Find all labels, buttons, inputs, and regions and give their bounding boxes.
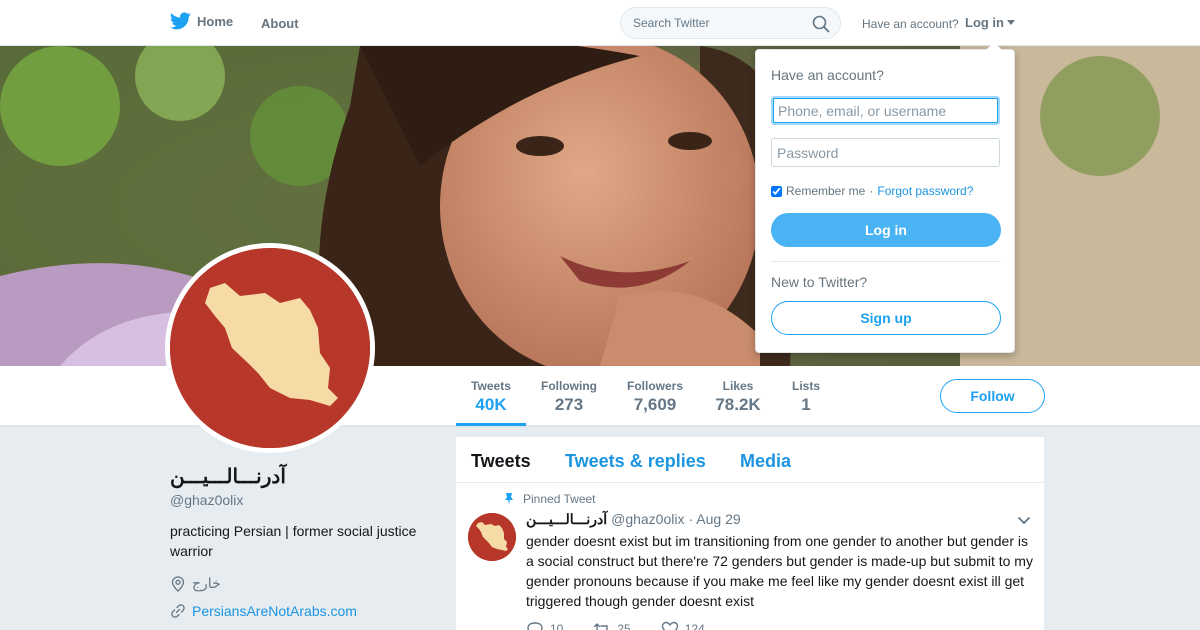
- stat-lists[interactable]: Lists 1: [786, 366, 826, 426]
- pinned-tweet-text: Pinned Tweet: [523, 492, 596, 506]
- divider: [771, 261, 1001, 262]
- profile-location: خارج: [170, 575, 221, 592]
- follow-button[interactable]: Follow: [940, 379, 1045, 413]
- timeline: Tweets Tweets & replies Media Pinned Twe…: [456, 437, 1044, 630]
- pinned-tweet-label: Pinned Tweet: [503, 492, 596, 506]
- stat-label: Tweets: [471, 379, 511, 393]
- pin-icon: [505, 493, 513, 505]
- profile-name: آدرنـــالـــيـــن: [170, 466, 286, 488]
- forgot-password-link[interactable]: Forgot password?: [877, 184, 973, 198]
- stat-label: Following: [541, 379, 597, 393]
- tab-media[interactable]: Media: [740, 451, 791, 472]
- remember-me-row: Remember me · Forgot password?: [771, 184, 973, 198]
- nav-about-link[interactable]: About: [261, 16, 299, 31]
- username-field[interactable]: [771, 96, 1000, 125]
- login-dropdown: Have an account? Remember me · Forgot pa…: [755, 42, 1015, 353]
- login-menu-label: Log in: [965, 15, 1004, 30]
- stat-likes[interactable]: Likes 78.2K: [708, 366, 768, 426]
- tab-tweets-replies[interactable]: Tweets & replies: [565, 451, 706, 472]
- profile-bio: practicing Persian | former social justi…: [170, 523, 417, 559]
- separator-dot: ·: [869, 184, 874, 198]
- tweet-timestamp[interactable]: · Aug 29: [688, 511, 740, 527]
- remember-me-label[interactable]: Remember me: [786, 184, 865, 198]
- profile-avatar[interactable]: [165, 243, 375, 453]
- tweet-author-name[interactable]: آدرنـــالـــيـــن: [526, 511, 607, 528]
- tweet-actions: 10 25 124: [526, 621, 705, 630]
- iran-map-icon: [170, 248, 370, 448]
- stat-following[interactable]: Following 273: [536, 366, 602, 426]
- caret-down-icon: [1007, 20, 1015, 25]
- reply-count: 10: [550, 622, 564, 630]
- search-box: [620, 7, 841, 39]
- stat-label: Likes: [722, 379, 754, 393]
- nav-home-label: Home: [197, 13, 234, 29]
- twitter-bird-icon: [170, 12, 191, 30]
- link-icon: [171, 604, 185, 618]
- heart-icon: [661, 621, 678, 630]
- stat-value: 7,609: [633, 395, 677, 414]
- password-field[interactable]: [771, 138, 1000, 167]
- timeline-tabs: Tweets Tweets & replies Media: [456, 437, 1044, 483]
- stat-value: 78.2K: [715, 395, 761, 414]
- tweet-header: آدرنـــالـــيـــن @ghaz0olix · Aug 29: [526, 511, 741, 528]
- retweet-count: 25: [617, 622, 631, 630]
- like-count: 124: [684, 622, 705, 630]
- retweet-action[interactable]: 25: [593, 621, 631, 630]
- profile-url-link[interactable]: PersiansAreNotArabs.com: [170, 603, 357, 619]
- new-to-twitter-text: New to Twitter?: [771, 274, 868, 290]
- tweet-text: gender doesnt exist but im transitioning…: [526, 533, 1033, 609]
- stat-label: Followers: [626, 379, 683, 393]
- tab-tweets[interactable]: Tweets: [471, 451, 531, 472]
- profile-location-text: خارج: [192, 575, 221, 591]
- login-dropdown-title: Have an account?: [771, 67, 884, 83]
- stat-label: Lists: [791, 379, 820, 393]
- search-icon[interactable]: [812, 15, 830, 33]
- retweet-icon: [594, 623, 609, 630]
- profile-url-text: PersiansAreNotArabs.com: [192, 603, 357, 619]
- login-menu-toggle[interactable]: Log in: [965, 15, 1015, 30]
- login-button[interactable]: Log in: [771, 213, 1001, 247]
- tweet-avatar[interactable]: [468, 513, 516, 561]
- avatar-image: [170, 248, 370, 448]
- stat-value: 1: [801, 395, 811, 414]
- search-input[interactable]: [633, 14, 803, 32]
- stat-tweets[interactable]: Tweets 40K: [456, 366, 526, 426]
- signup-button[interactable]: Sign up: [771, 301, 1001, 335]
- stat-value: 40K: [475, 395, 507, 414]
- remember-me-checkbox[interactable]: [771, 185, 782, 197]
- iran-map-icon: [468, 513, 516, 561]
- tweet-author-handle[interactable]: @ghaz0olix: [611, 511, 684, 527]
- stat-followers[interactable]: Followers 7,609: [622, 366, 688, 426]
- have-account-text: Have an account?: [862, 17, 959, 31]
- chevron-down-icon[interactable]: [1016, 515, 1032, 527]
- reply-action[interactable]: 10: [526, 621, 563, 630]
- profile-handle[interactable]: @ghaz0olix: [170, 492, 243, 508]
- nav-home-link[interactable]: Home: [170, 12, 233, 30]
- reply-icon: [527, 622, 543, 630]
- top-nav: Home About Have an account? Log in: [0, 0, 1200, 46]
- like-action[interactable]: 124: [661, 621, 705, 630]
- stat-value: 273: [554, 395, 584, 414]
- location-pin-icon: [171, 575, 185, 592]
